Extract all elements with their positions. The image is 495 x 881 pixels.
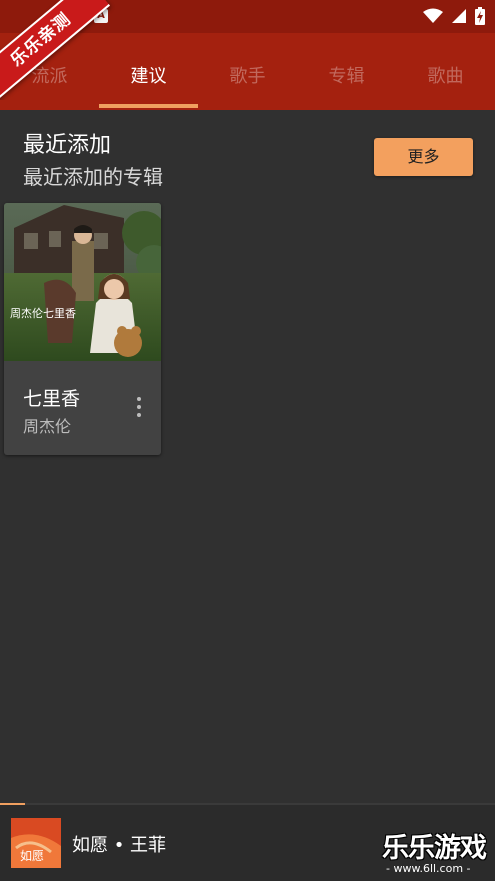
mini-cover-text: 如愿	[20, 848, 44, 863]
album-cover-image: 周杰伦七里香	[4, 203, 161, 361]
status-icons	[423, 7, 485, 25]
watermark-brand: 乐乐游戏	[382, 833, 487, 864]
tab-suggested[interactable]: 建议	[99, 33, 198, 110]
album-card[interactable]: 周杰伦七里香 七里香 周杰伦	[4, 203, 161, 455]
active-tab-indicator	[99, 104, 198, 108]
tab-albums[interactable]: 专辑	[297, 33, 396, 110]
section-subtitle: 最近添加的专辑	[23, 165, 163, 189]
tab-artists[interactable]: 歌手	[198, 33, 297, 110]
tab-songs[interactable]: 歌曲	[396, 33, 495, 110]
battery-charging-icon	[475, 7, 485, 25]
tab-genres[interactable]: 流派	[0, 33, 99, 110]
section-title: 最近添加	[23, 133, 112, 158]
wifi-icon	[423, 8, 443, 23]
music-player-screen: A 流派 建议 歌手 专辑 歌曲 乐乐亲测 最近添加 最近添加的专辑 更多 周杰…	[0, 0, 495, 881]
album-title: 七里香	[23, 388, 81, 410]
more-button[interactable]: 更多	[374, 138, 473, 176]
more-options-icon[interactable]	[129, 393, 149, 423]
notification-icon: A	[94, 9, 108, 23]
now-playing-title: 如愿 • 王菲	[72, 835, 167, 856]
cellular-signal-icon	[452, 9, 466, 23]
tab-bar: 流派 建议 歌手 专辑 歌曲	[0, 33, 495, 110]
cover-text: 周杰伦七里香	[10, 306, 76, 320]
status-bar: A	[0, 0, 495, 33]
site-watermark: 乐乐游戏 - www.6ll.com -	[382, 826, 495, 881]
watermark-url: - www.6ll.com -	[386, 862, 471, 875]
album-artist: 周杰伦	[23, 417, 72, 436]
now-playing-cover: 如愿	[11, 818, 61, 868]
